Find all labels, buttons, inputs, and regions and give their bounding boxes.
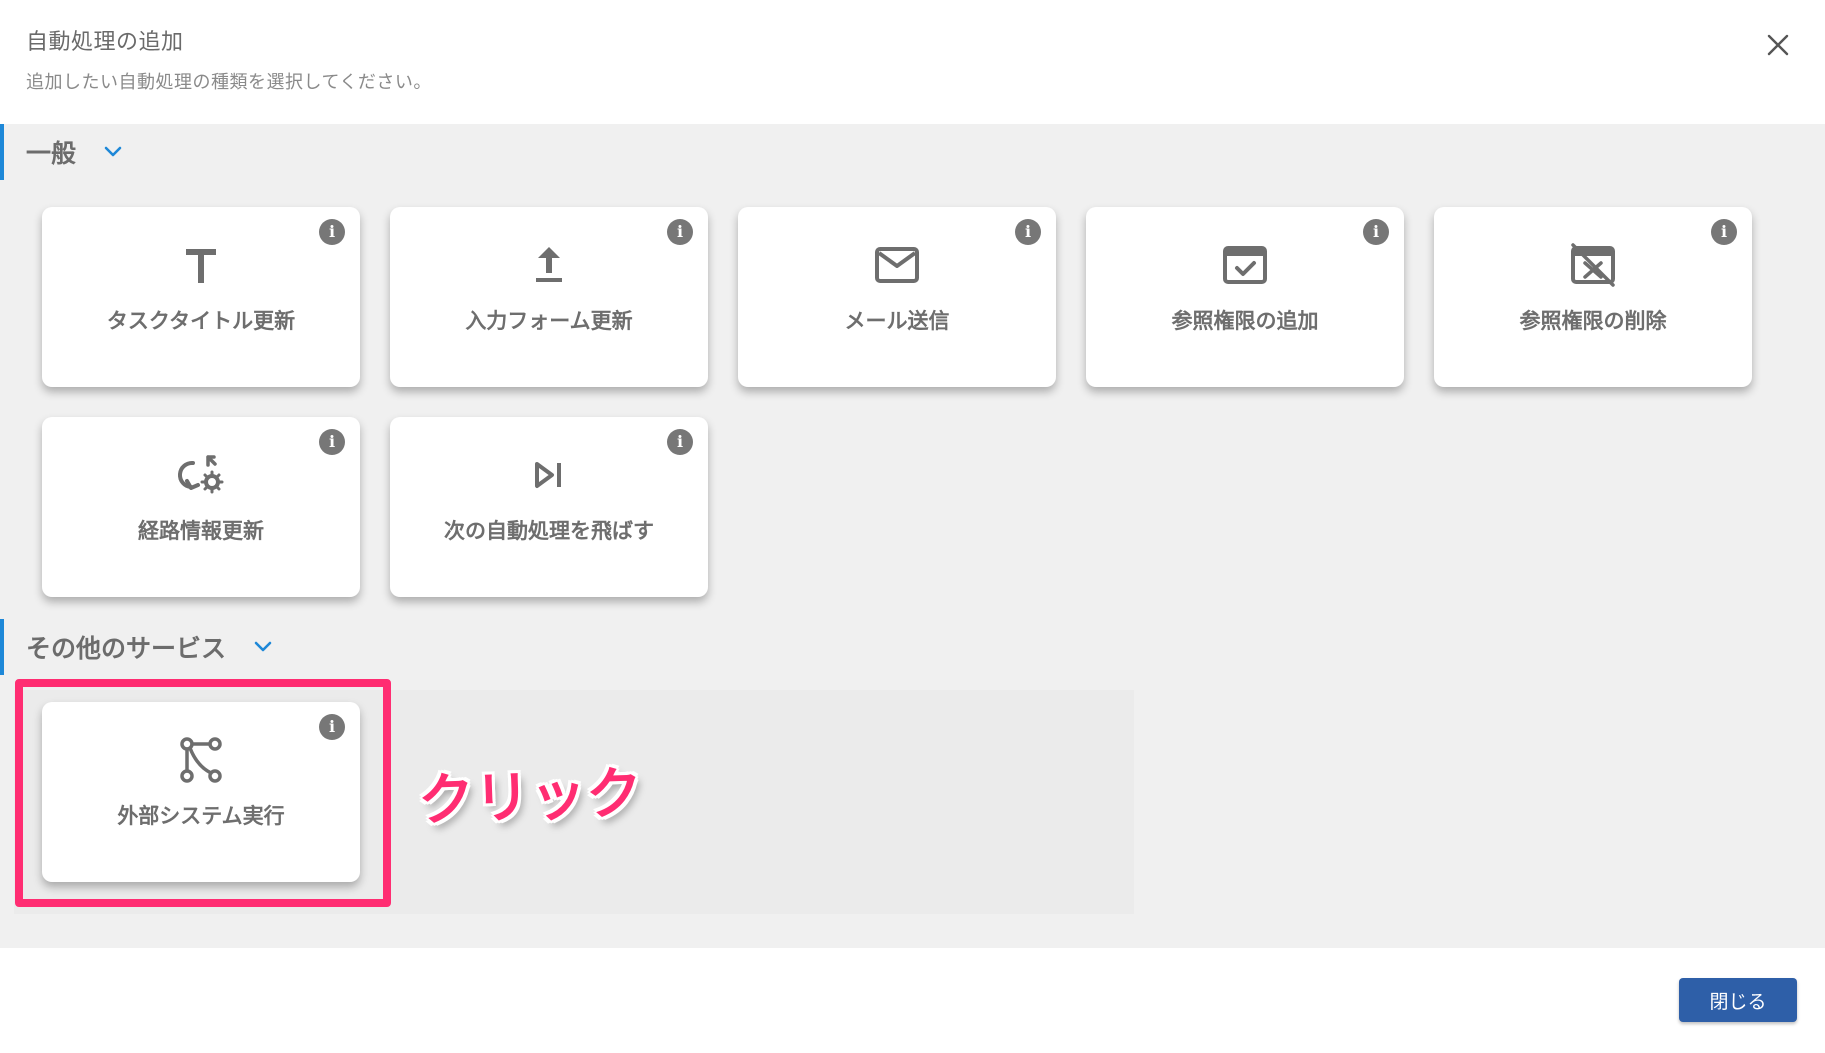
info-icon[interactable]: i <box>1015 219 1041 245</box>
chevron-down-icon[interactable] <box>252 636 274 658</box>
info-icon[interactable]: i <box>1711 219 1737 245</box>
chevron-down-icon[interactable] <box>102 141 124 163</box>
card-remove-permission[interactable]: i 参照権限の削除 <box>1434 207 1752 387</box>
refresh-gear-icon <box>177 451 225 499</box>
info-icon[interactable]: i <box>319 219 345 245</box>
mail-icon <box>873 241 921 289</box>
dialog-header: 自動処理の追加 追加したい自動処理の種類を選択してください。 <box>0 0 1825 124</box>
section-general-header[interactable]: 一般 <box>0 124 124 180</box>
card-label: 経路情報更新 <box>138 519 264 543</box>
close-button[interactable]: 閉じる <box>1679 978 1797 1022</box>
card-skip-next[interactable]: i 次の自動処理を飛ばす <box>390 417 708 597</box>
dialog-subtitle: 追加したい自動処理の種類を選択してください。 <box>26 72 432 93</box>
card-send-mail[interactable]: i メール送信 <box>738 207 1056 387</box>
section-other-label: その他のサービス <box>26 634 227 663</box>
section-accent-bar <box>0 619 4 675</box>
section-accent-bar <box>0 124 4 180</box>
window-off-icon <box>1569 241 1617 289</box>
card-label: 参照権限の削除 <box>1519 309 1667 333</box>
card-label: 次の自動処理を飛ばす <box>444 519 654 543</box>
card-route-info-update[interactable]: i 経路情報更新 <box>42 417 360 597</box>
dialog-title: 自動処理の追加 <box>26 30 184 55</box>
text-t-icon <box>177 241 225 289</box>
section-other-header[interactable]: その他のサービス <box>0 619 274 675</box>
close-icon[interactable] <box>1763 30 1793 60</box>
info-icon[interactable]: i <box>667 429 693 455</box>
card-label: 参照権限の追加 <box>1171 309 1319 333</box>
dialog-footer: 閉じる <box>0 948 1825 1053</box>
card-task-title-update[interactable]: i タスクタイトル更新 <box>42 207 360 387</box>
upload-icon <box>525 241 573 289</box>
click-annotation: クリック <box>417 761 644 834</box>
info-icon[interactable]: i <box>319 429 345 455</box>
info-icon[interactable]: i <box>1363 219 1389 245</box>
info-icon[interactable]: i <box>667 219 693 245</box>
card-label: タスクタイトル更新 <box>106 309 296 333</box>
card-input-form-update[interactable]: i 入力フォーム更新 <box>390 207 708 387</box>
card-label: メール送信 <box>844 309 950 333</box>
card-label: 入力フォーム更新 <box>465 309 633 333</box>
card-add-permission[interactable]: i 参照権限の追加 <box>1086 207 1404 387</box>
section-general-label: 一般 <box>26 139 77 168</box>
window-check-icon <box>1221 241 1269 289</box>
highlight-box <box>15 679 391 907</box>
skip-next-icon <box>525 451 573 499</box>
